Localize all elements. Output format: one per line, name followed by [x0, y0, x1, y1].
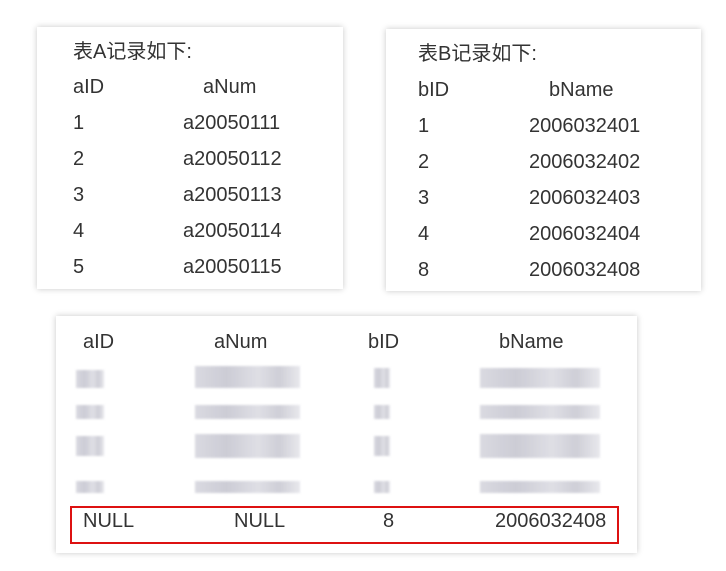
table-b-cell-bname: 2006032404: [529, 223, 641, 245]
table-a-header-anum: aNum: [203, 76, 257, 98]
table-b-cell-bid: 8: [418, 259, 430, 281]
blurred-cell: [195, 434, 300, 458]
result-cell-anum: NULL: [234, 510, 286, 532]
blurred-cell: [76, 405, 104, 419]
result-header-aid: aID: [83, 331, 115, 353]
table-a-cell-aid: 3: [73, 184, 85, 206]
blurred-cell: [374, 436, 390, 456]
blurred-cell: [480, 368, 600, 388]
table-a-cell-anum: a20050111: [183, 112, 281, 134]
table-a-cell-aid: 1: [73, 112, 85, 134]
table-b-title: 表B记录如下:: [418, 43, 537, 65]
blurred-cell: [374, 481, 390, 493]
result-header-bid: bID: [368, 331, 400, 353]
table-b-header-bid: bID: [418, 79, 450, 101]
table-b-card: 表B记录如下: bID bName 1 2006032401 2 2006032…: [386, 29, 701, 291]
blurred-cell: [76, 370, 104, 388]
blurred-cell: [195, 366, 300, 388]
table-b-cell-bid: 2: [418, 151, 430, 173]
blurred-cell: [374, 405, 390, 419]
blurred-cell: [480, 405, 600, 419]
blurred-cell: [374, 368, 390, 388]
result-cell-bname: 2006032408: [495, 510, 607, 532]
table-a-cell-anum: a20050115: [183, 256, 282, 278]
blurred-cell: [195, 405, 300, 419]
table-b-cell-bname: 2006032401: [529, 115, 641, 137]
table-b-cell-bname: 2006032402: [529, 151, 641, 173]
table-a-cell-aid: 4: [73, 220, 85, 242]
blurred-cell: [195, 481, 300, 493]
blurred-cell: [480, 481, 600, 493]
blurred-cell: [480, 434, 600, 458]
table-b-header-bname: bName: [549, 79, 614, 101]
result-cell-bid: 8: [383, 510, 395, 532]
blurred-cell: [76, 481, 104, 493]
table-a-cell-aid: 5: [73, 256, 85, 278]
table-a-cell-aid: 2: [73, 148, 85, 170]
table-a-cell-anum: a20050113: [183, 184, 282, 206]
result-header-anum: aNum: [214, 331, 268, 353]
table-b-cell-bid: 3: [418, 187, 430, 209]
table-a-header-aid: aID: [73, 76, 105, 98]
table-a-cell-anum: a20050112: [183, 148, 282, 170]
table-b-cell-bname: 2006032403: [529, 187, 641, 209]
table-a-card: 表A记录如下: aID aNum 1 a20050111 2 a20050112…: [37, 27, 343, 289]
result-table-card: aID aNum bID bName NULL NULL 8 200603240…: [56, 316, 637, 553]
table-b-cell-bname: 2006032408: [529, 259, 641, 281]
result-header-bname: bName: [499, 331, 564, 353]
result-cell-aid: NULL: [83, 510, 135, 532]
blurred-cell: [76, 436, 104, 456]
table-a-title: 表A记录如下:: [73, 41, 192, 63]
table-b-cell-bid: 4: [418, 223, 430, 245]
table-b-cell-bid: 1: [418, 115, 430, 137]
table-a-cell-anum: a20050114: [183, 220, 282, 242]
